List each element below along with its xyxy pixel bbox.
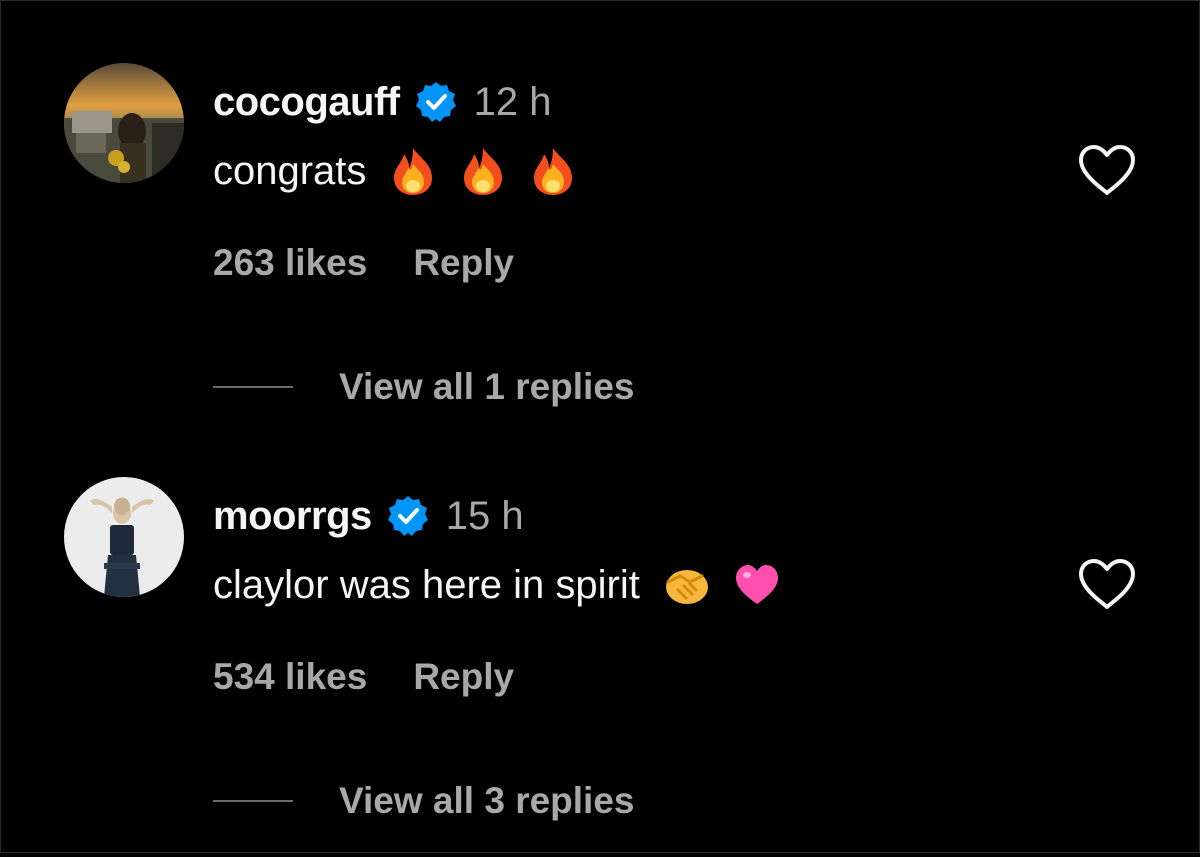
comment-actions: 263 likes Reply: [213, 239, 514, 287]
pink-heart-emoji: [734, 560, 780, 610]
like-button[interactable]: [1077, 143, 1137, 197]
like-button[interactable]: [1077, 557, 1137, 611]
verified-badge-icon: [386, 494, 430, 538]
comment-text: claylor was here in spirit: [213, 557, 780, 613]
comment-body: claylor was here in spirit: [213, 562, 640, 607]
reply-button[interactable]: Reply: [413, 242, 514, 284]
avatar-image: [64, 63, 184, 183]
username[interactable]: cocogauff: [213, 80, 400, 125]
fire-emoji: [530, 146, 576, 196]
verified-badge-icon: [414, 80, 458, 124]
view-replies-label: View all 3 replies: [339, 780, 635, 821]
view-replies-button[interactable]: View all 3 replies: [213, 777, 635, 825]
like-count[interactable]: 534 likes: [213, 656, 367, 698]
comment-body: congrats: [213, 148, 367, 193]
replies-divider: [213, 386, 293, 388]
comment-actions: 534 likes Reply: [213, 653, 514, 701]
comment-text: congrats: [213, 143, 576, 199]
heart-outline-icon: [1079, 145, 1135, 195]
avatar-image: [64, 477, 184, 597]
avatar[interactable]: [64, 63, 184, 183]
view-replies-button[interactable]: View all 1 replies: [213, 363, 635, 411]
username[interactable]: moorrgs: [213, 494, 372, 539]
like-count[interactable]: 263 likes: [213, 242, 367, 284]
replies-divider: [213, 800, 293, 802]
comment-meta: moorrgs 15 h: [213, 491, 524, 541]
heart-outline-icon: [1079, 559, 1135, 609]
comment-timestamp: 15 h: [445, 493, 524, 538]
fire-emoji: [460, 146, 506, 196]
comment-timestamp: 12 h: [473, 79, 552, 124]
comments-panel: cocogauff 12 h congrats 263 likes Reply …: [0, 0, 1200, 853]
comment-item: moorrgs 15 h claylor was here in spirit: [1, 477, 1200, 857]
avatar[interactable]: [64, 477, 184, 597]
handshake-emoji: [664, 560, 710, 610]
comment-item: cocogauff 12 h congrats 263 likes Reply …: [1, 63, 1200, 443]
fire-emoji: [390, 146, 436, 196]
view-replies-label: View all 1 replies: [339, 366, 635, 407]
reply-button[interactable]: Reply: [413, 656, 514, 698]
comment-meta: cocogauff 12 h: [213, 77, 551, 127]
